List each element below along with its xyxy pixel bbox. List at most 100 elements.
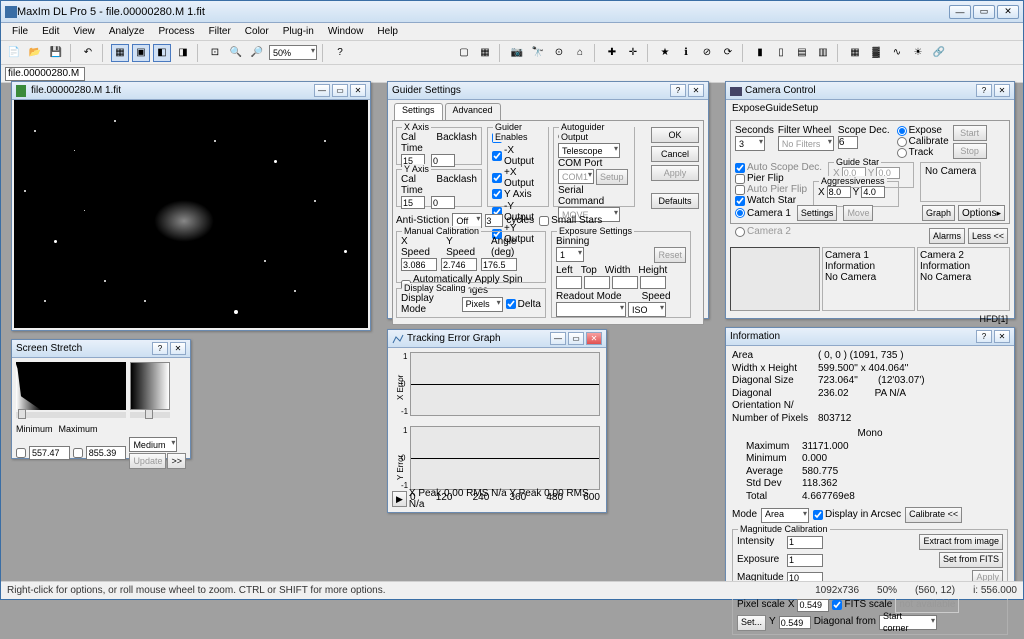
tbtn-save[interactable]: 💾 xyxy=(47,44,65,62)
tab-setup[interactable]: Setup xyxy=(792,103,818,120)
tbtn-dome[interactable]: ⌂ xyxy=(571,44,589,62)
exposure-input[interactable] xyxy=(787,554,823,567)
tbtn-cross[interactable]: ✛ xyxy=(624,44,642,62)
menu-color[interactable]: Color xyxy=(238,24,276,39)
menu-edit[interactable]: Edit xyxy=(35,24,66,39)
xspeed[interactable] xyxy=(401,258,437,271)
tbtn-add[interactable]: ✚ xyxy=(603,44,621,62)
min-value[interactable]: 557.47 xyxy=(29,446,70,460)
tbtn-mode3[interactable]: ◧ xyxy=(153,44,171,62)
options-button[interactable]: Options ▸ xyxy=(958,205,1005,221)
min-lock[interactable] xyxy=(16,448,26,458)
py-input[interactable] xyxy=(779,616,811,629)
radio-cam2[interactable] xyxy=(735,227,745,237)
image-max[interactable]: ▭ xyxy=(332,84,348,97)
tbtn-chart2[interactable]: ▯ xyxy=(772,44,790,62)
chk-mxout[interactable] xyxy=(492,151,502,161)
radio-expose[interactable] xyxy=(897,126,907,136)
trackg-close[interactable]: ✕ xyxy=(586,332,602,345)
trackg-max[interactable]: ▭ xyxy=(568,332,584,345)
tbtn-new[interactable]: 📄 xyxy=(5,44,23,62)
tab-guide[interactable]: Guide xyxy=(765,103,792,120)
menu-view[interactable]: View xyxy=(66,24,102,39)
chk-autoscope[interactable] xyxy=(735,163,745,173)
camera-help[interactable]: ? xyxy=(976,84,992,97)
graph-button[interactable]: Graph xyxy=(922,205,955,221)
intensity-input[interactable] xyxy=(787,536,823,549)
close-button[interactable]: ✕ xyxy=(997,5,1019,19)
ay-input[interactable] xyxy=(861,186,885,198)
guider-help[interactable]: ? xyxy=(670,84,686,97)
exp-width[interactable] xyxy=(612,276,638,289)
minimize-button[interactable]: — xyxy=(949,5,971,19)
xaxis-backlash[interactable] xyxy=(431,154,455,167)
speed-combo[interactable]: ISO xyxy=(628,302,666,317)
px-input[interactable] xyxy=(797,599,829,612)
info-close[interactable]: ✕ xyxy=(994,330,1010,343)
update-button[interactable]: Update xyxy=(129,453,166,469)
settings-button[interactable]: Settings xyxy=(797,205,838,221)
menu-plugin[interactable]: Plug-in xyxy=(276,24,321,39)
tbtn-cam[interactable]: 📷 xyxy=(508,44,526,62)
readout-combo[interactable] xyxy=(556,302,626,317)
tbtn-wand[interactable]: ★ xyxy=(656,44,674,62)
tbtn-help[interactable]: ? xyxy=(331,44,349,62)
start-button[interactable]: Start xyxy=(953,125,987,141)
yaxis-caltime[interactable] xyxy=(401,196,425,209)
seconds-input[interactable]: 3 xyxy=(735,136,765,151)
diagfrom-combo[interactable]: Start corner xyxy=(879,615,937,630)
menu-filter[interactable]: Filter xyxy=(202,24,238,39)
mode-combo[interactable]: Area xyxy=(761,508,809,523)
tbtn-open[interactable]: 📂 xyxy=(26,44,44,62)
min-slider[interactable] xyxy=(16,412,126,418)
guider-close[interactable]: ✕ xyxy=(688,84,704,97)
image-close[interactable]: ✕ xyxy=(350,84,366,97)
less-button[interactable]: Less << xyxy=(968,228,1008,244)
exp-top[interactable] xyxy=(584,276,610,289)
ok-button[interactable]: OK xyxy=(651,127,699,143)
exp-left[interactable] xyxy=(556,276,582,289)
tbtn-no[interactable]: ⊘ xyxy=(698,44,716,62)
alarms-button[interactable]: Alarms xyxy=(929,228,965,244)
play-button[interactable]: ▶ xyxy=(392,491,407,507)
tbtn-zoom-fit[interactable]: ⊡ xyxy=(206,44,224,62)
yspeed[interactable] xyxy=(441,258,477,271)
apply-button[interactable]: Apply xyxy=(651,165,699,181)
tbtn-scope[interactable]: 🔭 xyxy=(529,44,547,62)
chk-fits[interactable] xyxy=(832,600,842,610)
tbtn-mode2[interactable]: ▣ xyxy=(132,44,150,62)
tbtn-focus[interactable]: ⊙ xyxy=(550,44,568,62)
chk-smallstars[interactable] xyxy=(539,216,549,226)
camera-close[interactable]: ✕ xyxy=(994,84,1010,97)
chk-delta[interactable] xyxy=(506,299,516,309)
histogram[interactable] xyxy=(16,362,126,410)
maximize-button[interactable]: ▭ xyxy=(973,5,995,19)
gradient-preview[interactable] xyxy=(130,362,170,410)
defaults-button[interactable]: Defaults xyxy=(651,193,699,209)
menu-process[interactable]: Process xyxy=(151,24,201,39)
setup-button[interactable]: Setup xyxy=(596,169,628,185)
max-value[interactable]: 855.39 xyxy=(86,446,127,460)
control-via-combo[interactable]: Telescope xyxy=(558,143,620,158)
trackg-min[interactable]: — xyxy=(550,332,566,345)
tbtn-undo[interactable]: ↶ xyxy=(79,44,97,62)
tab-advanced[interactable]: Advanced xyxy=(445,103,501,120)
preset-combo[interactable]: Medium xyxy=(129,437,177,452)
chk-disparc[interactable] xyxy=(813,510,823,520)
menu-window[interactable]: Window xyxy=(321,24,371,39)
tbtn-info[interactable]: ℹ xyxy=(677,44,695,62)
yaxis-backlash[interactable] xyxy=(431,196,455,209)
expand-button[interactable]: >> xyxy=(167,453,186,469)
tab-expose[interactable]: Expose xyxy=(732,103,765,120)
radio-track[interactable] xyxy=(897,148,907,158)
filebar-input[interactable] xyxy=(5,67,85,81)
tbtn-chart3[interactable]: ▤ xyxy=(793,44,811,62)
menu-help[interactable]: Help xyxy=(370,24,405,39)
tbtn-chart1[interactable]: ▮ xyxy=(751,44,769,62)
tbtn-mode1[interactable]: ▦ xyxy=(111,44,129,62)
binning-combo[interactable]: 1 xyxy=(556,247,584,262)
angle[interactable] xyxy=(481,258,517,271)
tbtn-cascade[interactable]: ▢ xyxy=(455,44,473,62)
image-canvas[interactable] xyxy=(14,100,368,328)
tbtn-link[interactable]: 🔗 xyxy=(930,44,948,62)
